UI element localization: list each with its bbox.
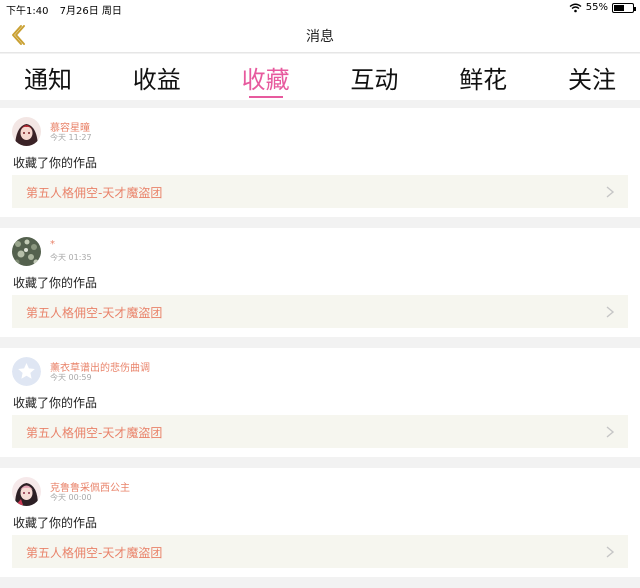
action-text: 收藏了你的作品 — [13, 396, 98, 410]
work-link[interactable]: 第五人格佣空-天才魔盗团 — [12, 415, 628, 448]
wifi-icon — [569, 3, 582, 12]
status-datetime: 下午1:40 7月26日 周日 — [6, 2, 122, 17]
star-avatar-icon — [12, 357, 41, 386]
chevron-right-icon — [606, 426, 615, 438]
tab-label: 互动 — [350, 66, 399, 94]
timestamp: 今天 00:00 — [50, 493, 92, 502]
timestamp: 今天 11:27 — [50, 133, 92, 142]
timestamp: 今天 01:35 — [50, 253, 92, 262]
action-text: 收藏了你的作品 — [13, 516, 98, 530]
tab-favorites[interactable]: 收藏 — [242, 54, 290, 100]
message-list: 慕容星曈 今天 11:27 收藏了你的作品 第五人格佣空-天才魔盗团 * 今天 … — [0, 108, 640, 588]
username[interactable]: * — [50, 239, 55, 250]
work-title: 第五人格佣空-天才魔盗团 — [26, 426, 163, 440]
battery-fill — [614, 4, 624, 11]
tab-label: 收藏 — [241, 66, 290, 94]
avatar[interactable] — [12, 117, 41, 146]
tab-label: 收益 — [132, 66, 181, 94]
battery-icon — [612, 2, 636, 13]
status-bar: 下午1:40 7月26日 周日 55% — [0, 0, 640, 17]
status-indicators: 55% — [569, 2, 636, 13]
status-time: 下午1:40 — [6, 6, 49, 17]
list-item: * 今天 01:35 收藏了你的作品 第五人格佣空-天才魔盗团 — [0, 228, 640, 337]
page-title: 消息 — [306, 29, 334, 45]
tab-label: 关注 — [567, 66, 616, 94]
chevron-right-icon — [606, 546, 615, 558]
tab-label: 通知 — [24, 66, 72, 94]
list-item: 克鲁鲁采佩西公主 今天 00:00 收藏了你的作品 第五人格佣空-天才魔盗团 — [0, 468, 640, 577]
anime-avatar-icon — [12, 117, 41, 146]
work-title: 第五人格佣空-天才魔盗团 — [26, 306, 163, 320]
tab-earnings[interactable]: 收益 — [133, 54, 181, 100]
status-date: 7月26日 周日 — [59, 6, 122, 17]
avatar[interactable] — [12, 477, 41, 506]
tab-interactions[interactable]: 互动 — [350, 54, 398, 100]
tab-notifications[interactable]: 通知 — [24, 54, 72, 100]
tab-label: 鲜花 — [459, 66, 508, 94]
battery-percent: 55% — [585, 2, 608, 13]
pattern-avatar-icon — [12, 237, 41, 266]
battery-tip — [634, 6, 636, 11]
work-link[interactable]: 第五人格佣空-天才魔盗团 — [12, 175, 628, 208]
chevron-right-icon — [606, 186, 615, 198]
action-text: 收藏了你的作品 — [13, 276, 98, 290]
tab-indicator — [248, 96, 283, 98]
list-item: 薰衣草谱出的悲伤曲调 今天 00:59 收藏了你的作品 第五人格佣空-天才魔盗团 — [0, 348, 640, 457]
avatar[interactable] — [12, 237, 41, 266]
list-item: 慕容星曈 今天 11:27 收藏了你的作品 第五人格佣空-天才魔盗团 — [0, 108, 640, 217]
tab-bar: 通知 收益 收藏 互动 鲜花 关注 — [0, 54, 640, 100]
timestamp: 今天 00:59 — [50, 373, 92, 382]
work-link[interactable]: 第五人格佣空-天才魔盗团 — [12, 295, 628, 328]
tab-flowers[interactable]: 鲜花 — [459, 54, 507, 100]
work-title: 第五人格佣空-天才魔盗团 — [26, 186, 163, 200]
anime-avatar-icon — [12, 477, 41, 506]
avatar[interactable] — [12, 357, 41, 386]
work-title: 第五人格佣空-天才魔盗团 — [26, 546, 163, 560]
action-text: 收藏了你的作品 — [13, 156, 98, 170]
tab-follows[interactable]: 关注 — [568, 54, 616, 100]
nav-bar: 消息 — [0, 17, 640, 53]
work-link[interactable]: 第五人格佣空-天才魔盗团 — [12, 535, 628, 568]
chevron-right-icon — [606, 306, 615, 318]
